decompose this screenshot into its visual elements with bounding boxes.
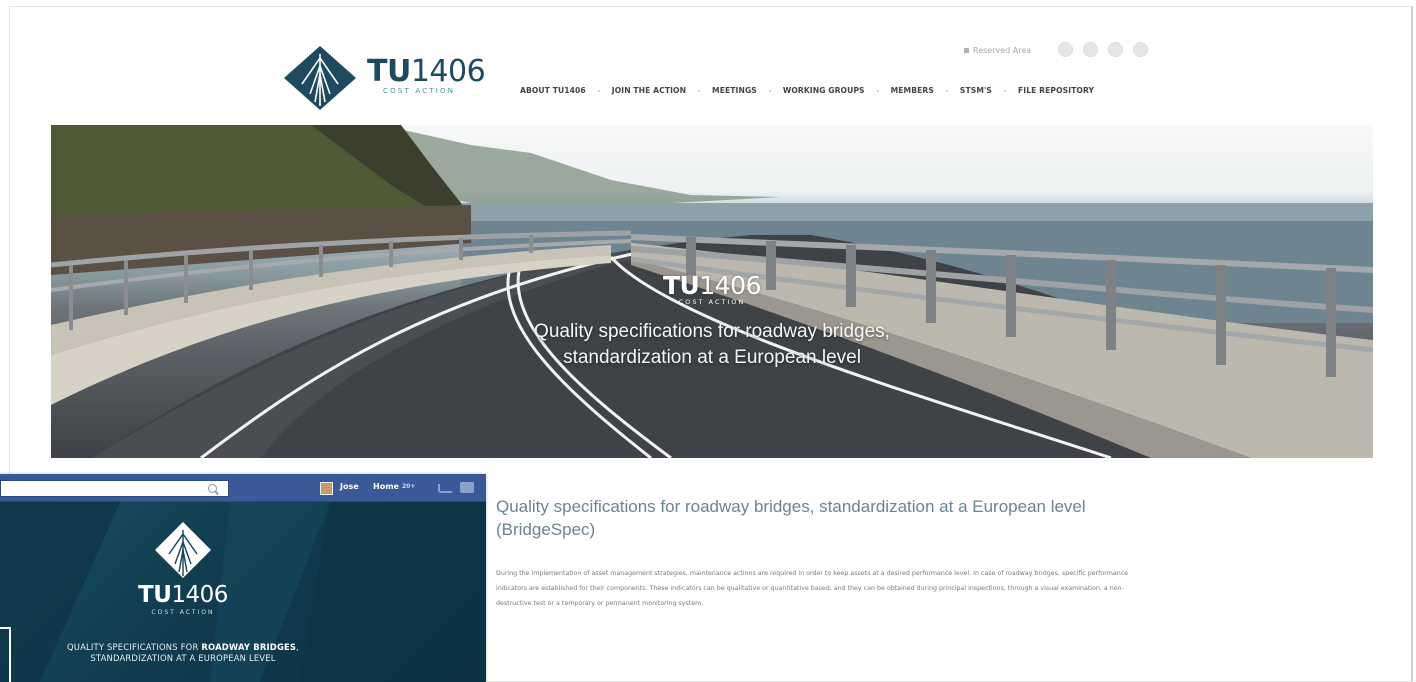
profile-picture-frame[interactable] — [0, 627, 11, 682]
hero-tagline-line-1: Quality specifications for roadway bridg… — [534, 321, 890, 342]
facebook-page-screenshot: Jose Home 20+ TU1406 COST ACTION QUALITY… — [0, 474, 486, 682]
facebook-user-name[interactable]: Jose — [340, 482, 359, 491]
hero-tagline-line-2: standardization at a European level — [563, 347, 861, 368]
nav-item-working-groups[interactable]: WORKING GROUPS — [783, 86, 865, 95]
bridge-logo-icon — [284, 46, 356, 110]
bridge-logo-icon — [155, 522, 211, 578]
facebook-icon[interactable] — [1058, 42, 1073, 57]
logo-subtitle: COST ACTION — [383, 87, 456, 95]
nav-item-stsms[interactable]: STSM'S — [960, 86, 992, 95]
cover-logo-subtitle: COST ACTION — [151, 609, 215, 616]
messages-icon[interactable] — [460, 482, 474, 493]
rss-icon[interactable] — [1133, 42, 1148, 57]
screenshot-collage: TU1406 COST ACTION Reserved Area ABOUT T… — [0, 0, 1416, 682]
nav-item-meetings[interactable]: MEETINGS — [712, 86, 757, 95]
nav-separator — [876, 89, 879, 92]
hero-banner: TU1406 COST ACTION Quality specification… — [51, 125, 1373, 458]
nav-separator — [1003, 89, 1006, 92]
cover-tagline: QUALITY SPECIFICATIONS FOR ROADWAY BRIDG… — [0, 642, 366, 664]
content-body: During the implementation of asset manag… — [496, 570, 1129, 607]
nav-item-members[interactable]: MEMBERS — [891, 86, 934, 95]
cover-tagline-line-1: QUALITY SPECIFICATIONS FOR ROADWAY BRIDG… — [66, 642, 300, 652]
friend-requests-icon[interactable] — [438, 484, 452, 493]
nav-separator — [768, 89, 771, 92]
content-title: Quality specifications for roadway bridg… — [496, 497, 1086, 539]
hero-logo-wordmark: TU1406 — [663, 271, 761, 300]
twitter-icon[interactable] — [1083, 42, 1098, 57]
site-logo[interactable]: TU1406 COST ACTION — [280, 40, 490, 114]
nav-separator — [945, 89, 948, 92]
nav-separator — [597, 89, 600, 92]
nav-item-about[interactable]: ABOUT TU1406 — [520, 86, 586, 95]
nav-separator — [698, 89, 701, 92]
nav-item-join-the-action[interactable]: JOIN THE ACTION — [612, 86, 686, 95]
hero-logo: TU1406 COST ACTION — [51, 271, 1373, 306]
hero-logo-subtitle: COST ACTION — [678, 298, 746, 306]
main-nav: ABOUT TU1406 JOIN THE ACTION MEETINGS WO… — [520, 86, 1094, 95]
avatar[interactable] — [320, 482, 333, 495]
social-links — [1058, 42, 1148, 57]
facebook-top-bar: Jose Home 20+ — [0, 474, 486, 502]
facebook-home-link[interactable]: Home — [373, 482, 399, 491]
facebook-home-count-badge: 20+ — [402, 483, 416, 490]
cover-tagline-line-2: STANDARDIZATION AT A EUROPEAN LEVEL — [90, 653, 276, 663]
logo-wordmark: TU1406 — [367, 54, 486, 89]
facebook-cover-image: TU1406 COST ACTION QUALITY SPECIFICATION… — [0, 502, 486, 682]
reserved-area-link[interactable]: Reserved Area — [964, 46, 1031, 55]
search-icon[interactable] — [208, 484, 217, 493]
hero-tagline: Quality specifications for roadway bridg… — [51, 319, 1373, 371]
nav-item-file-repository[interactable]: FILE REPOSITORY — [1018, 86, 1094, 95]
linkedin-icon[interactable] — [1108, 42, 1123, 57]
cover-logo-wordmark: TU1406 — [138, 582, 228, 608]
lock-icon — [964, 48, 969, 53]
facebook-search-input[interactable] — [0, 480, 229, 497]
